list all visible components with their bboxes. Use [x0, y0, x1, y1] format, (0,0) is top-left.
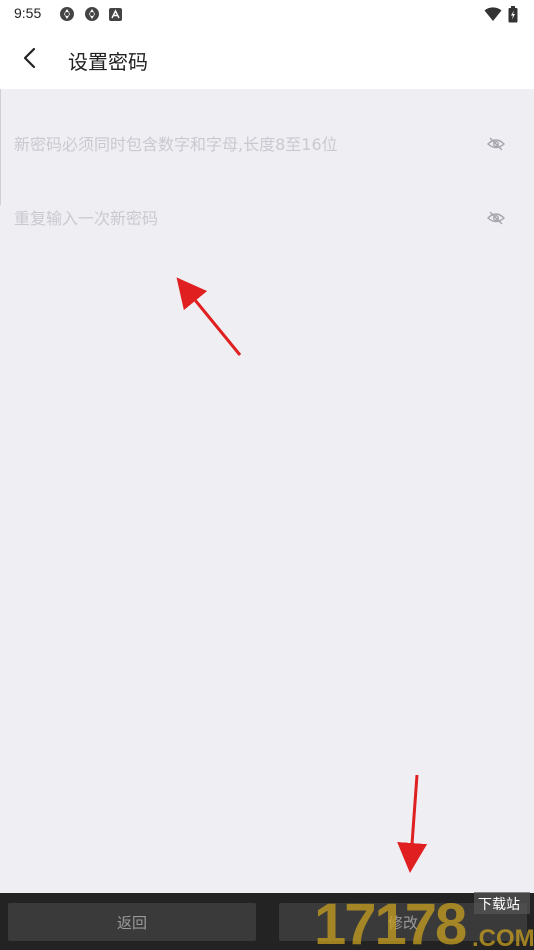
sync-icon: [60, 7, 74, 21]
app-header: 设置密码: [0, 28, 534, 89]
page-title: 设置密码: [68, 50, 148, 74]
new-password-field[interactable]: [14, 109, 474, 179]
chevron-left-icon: [23, 47, 36, 69]
bottom-action-bar: 返回 修改: [0, 893, 534, 950]
battery-icon: [508, 6, 518, 23]
eye-off-icon[interactable]: [486, 208, 506, 228]
wifi-icon: [484, 7, 502, 21]
status-time: 9:55: [14, 5, 42, 21]
back-action-button[interactable]: 返回: [8, 903, 256, 941]
eye-off-icon[interactable]: [486, 134, 506, 154]
font-icon: [109, 8, 122, 21]
status-bar: 9:55: [0, 0, 534, 28]
new-password-row: [0, 109, 534, 179]
sync-icon: [85, 7, 99, 21]
confirm-password-field[interactable]: [14, 183, 474, 253]
annotation-arrow: [176, 277, 242, 356]
modify-button[interactable]: 修改: [279, 903, 527, 941]
annotation-arrow: [397, 774, 428, 873]
back-button[interactable]: [10, 38, 50, 78]
confirm-password-row: [0, 183, 534, 253]
password-form: [0, 89, 534, 269]
